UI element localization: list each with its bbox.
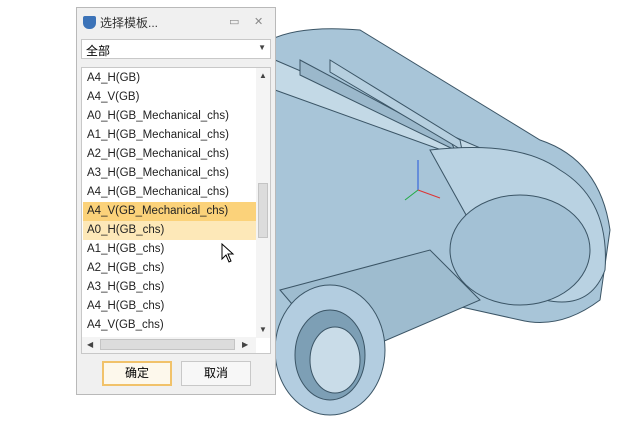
chevron-down-icon: ▼ [258,43,266,52]
list-item[interactable]: A4_H(GB_Mechanical_chs) [83,183,257,202]
vertical-scrollbar[interactable]: ▲ ▼ [256,68,270,338]
list-item[interactable]: A3_H(GB_chs) [83,278,257,297]
scroll-up-icon[interactable]: ▲ [259,71,267,80]
list-item[interactable]: A4_V(GB) [83,88,257,107]
scroll-left-icon[interactable]: ◀ [87,340,93,349]
cad-part [258,28,611,416]
horizontal-scrollbar[interactable]: ◀ ▶ [82,337,256,353]
h-scroll-thumb[interactable] [100,339,235,350]
template-list[interactable]: A4_V(GB_chs) A4_H(GB_chs) A3_H(GB_chs) A2_H… [81,67,271,354]
scroll-down-icon[interactable]: ▼ [259,325,267,334]
list-item[interactable]: A1_H(GB_Mechanical_chs) [83,126,257,145]
filter-value: 全部 [86,44,111,58]
list-item[interactable]: A4_V(GB_chs) [83,316,257,335]
dialog-title: 选择模板... [83,14,158,31]
cancel-button[interactable]: 取消 [181,361,251,386]
select-template-dialog: 选择模板... ▭ ✕ 全部 ▼ A4_V(GB_chs) A4_H(GB_chs… [76,7,276,395]
list-item[interactable]: A4_V(GB_Mechanical_chs) [83,202,257,221]
app-logo-icon [83,16,96,29]
comment-icon[interactable]: ▭ [229,15,239,28]
scroll-thumb[interactable] [258,183,268,238]
list-item[interactable]: A3_H(GB_Mechanical_chs) [83,164,257,183]
list-item[interactable]: A0_H(GB_Mechanical_chs) [83,107,257,126]
ok-button[interactable]: 确定 [102,361,172,386]
list-item[interactable]: A4_H(GB) [83,69,257,88]
list-item[interactable]: A2_H(GB_Mechanical_chs) [83,145,257,164]
dialog-title-text: 选择模板... [100,16,159,30]
filter-dropdown[interactable]: 全部 ▼ [81,39,271,59]
mouse-cursor-icon [221,243,235,263]
scroll-right-icon[interactable]: ▶ [242,340,248,349]
list-item[interactable]: A4_H(GB_chs) [83,297,257,316]
close-icon[interactable]: ✕ [254,15,263,28]
list-item[interactable]: A0_H(GB_chs) [83,221,257,240]
